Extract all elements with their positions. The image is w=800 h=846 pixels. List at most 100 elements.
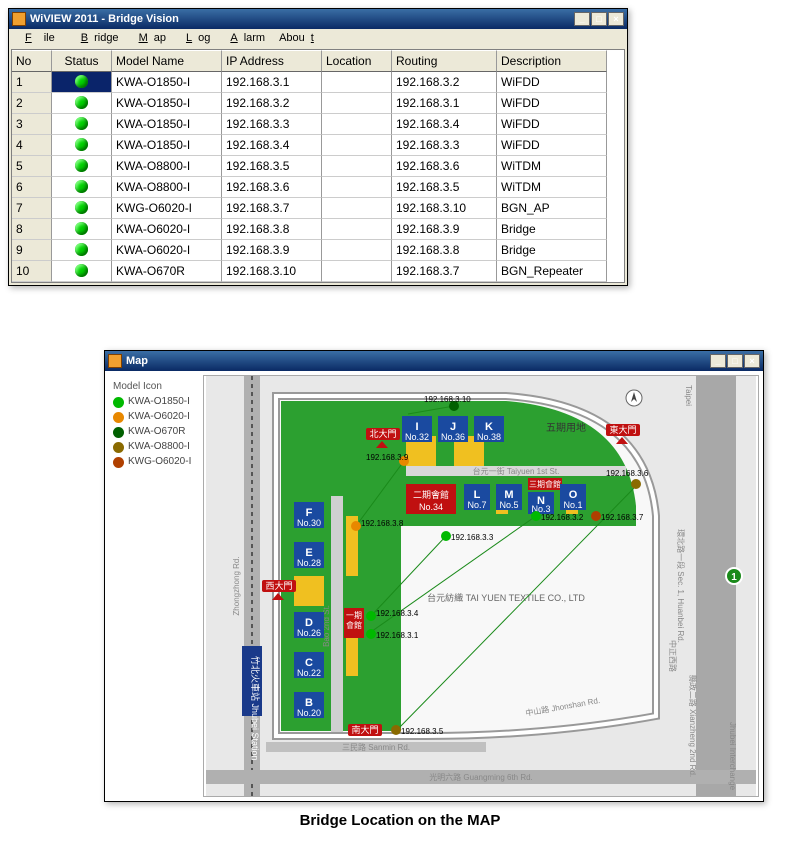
minimize-button[interactable]: _	[574, 12, 590, 26]
cell-routing: 192.168.3.3	[392, 135, 497, 156]
cell-routing: 192.168.3.7	[392, 261, 497, 282]
col-loc[interactable]: Location	[322, 50, 392, 72]
cell-routing: 192.168.3.10	[392, 198, 497, 219]
status-dot-icon	[75, 243, 88, 256]
legend-item: KWA-O6020-I	[113, 411, 195, 423]
svg-text:192.168.3.7: 192.168.3.7	[601, 513, 644, 522]
legend-item: KWA-O1850-I	[113, 396, 195, 408]
svg-text:192.168.3.4: 192.168.3.4	[376, 609, 419, 618]
legend-dot-icon	[113, 397, 124, 408]
map-canvas[interactable]: 1 Taipei Zhongzhong Rd. 光明六路 Guangming 6…	[203, 375, 759, 797]
close-button[interactable]: ×	[744, 354, 760, 368]
building-F: FNo.30	[294, 502, 324, 528]
cell-no: 6	[12, 177, 52, 198]
cell-desc: WiTDM	[497, 156, 607, 177]
cell-no: 5	[12, 156, 52, 177]
cell-ip: 192.168.3.3	[222, 114, 322, 135]
svg-text:192.168.3.8: 192.168.3.8	[361, 519, 404, 528]
cell-loc	[322, 198, 392, 219]
svg-text:南大門: 南大門	[351, 724, 378, 735]
table-row[interactable]: 7KWG-O6020-I192.168.3.7192.168.3.10BGN_A…	[12, 198, 624, 219]
table-row[interactable]: 4KWA-O1850-I192.168.3.4192.168.3.3WiFDD	[12, 135, 624, 156]
table-row[interactable]: 10KWA-O670R192.168.3.10192.168.3.7BGN_Re…	[12, 261, 624, 282]
cell-ip: 192.168.3.9	[222, 240, 322, 261]
menu-alarm[interactable]: Alarm	[218, 31, 271, 45]
menu-log[interactable]: Log	[174, 31, 216, 45]
svg-text:西大門: 西大門	[265, 580, 292, 591]
cell-routing: 192.168.3.6	[392, 156, 497, 177]
col-routing[interactable]: Routing	[392, 50, 497, 72]
col-status[interactable]: Status	[52, 50, 112, 72]
status-dot-icon	[75, 264, 88, 277]
table-row[interactable]: 8KWA-O6020-I192.168.3.8192.168.3.9Bridge	[12, 219, 624, 240]
legend-dot-icon	[113, 442, 124, 453]
col-desc[interactable]: Description	[497, 50, 607, 72]
maximize-button[interactable]: □	[591, 12, 607, 26]
col-model[interactable]: Model Name	[112, 50, 222, 72]
map-title: Map	[126, 355, 148, 367]
cell-status	[52, 198, 112, 219]
cell-model: KWA-O1850-I	[112, 72, 222, 93]
building-E: ENo.28	[294, 542, 324, 568]
col-no[interactable]: No	[12, 50, 52, 72]
building-M: MNo.5	[496, 484, 522, 510]
menu-file[interactable]: File	[13, 31, 67, 45]
cell-model: KWA-O6020-I	[112, 240, 222, 261]
road-xianzheng: 縣政二路 Xianzheng 2nd Rd.	[688, 675, 698, 777]
svg-text:192.168.3.10: 192.168.3.10	[424, 395, 471, 404]
legend-label: KWG-O6020-I	[128, 456, 191, 467]
table-row[interactable]: 2KWA-O1850-I192.168.3.2192.168.3.1WiFDD	[12, 93, 624, 114]
menu-about[interactable]: About	[273, 31, 326, 45]
cell-no: 8	[12, 219, 52, 240]
compass-icon	[626, 390, 642, 406]
road-taiyuen: 台元一街 Taiyuen 1st St.	[473, 466, 560, 476]
map-titlebar[interactable]: Map _ □ ×	[105, 351, 763, 371]
svg-text:No.26: No.26	[297, 628, 321, 638]
legend-title: Model Icon	[113, 381, 195, 392]
legend-label: KWA-O1850-I	[128, 396, 190, 407]
col-ip[interactable]: IP Address	[222, 50, 322, 72]
station-label: 竹北火車站 Jhubei Station	[250, 656, 261, 761]
cell-status	[52, 93, 112, 114]
legend-dot-icon	[113, 427, 124, 438]
cell-ip: 192.168.3.6	[222, 177, 322, 198]
svg-text:No.20: No.20	[297, 708, 321, 718]
building-O: ONo.1	[560, 484, 586, 510]
minimize-button[interactable]: _	[710, 354, 726, 368]
area5-label: 五期用地	[546, 421, 586, 434]
menu-map[interactable]: Map	[127, 31, 172, 45]
cell-status	[52, 261, 112, 282]
svg-text:北大門: 北大門	[369, 428, 396, 439]
hall-1: 一期會館	[344, 608, 364, 638]
figure-caption: Bridge Location on the MAP	[0, 812, 800, 829]
status-dot-icon	[75, 96, 88, 109]
cell-routing: 192.168.3.2	[392, 72, 497, 93]
cell-model: KWA-O8800-I	[112, 177, 222, 198]
table-row[interactable]: 3KWA-O1850-I192.168.3.3192.168.3.4WiFDD	[12, 114, 624, 135]
cell-desc: Bridge	[497, 219, 607, 240]
building-L: LNo.7	[464, 484, 490, 510]
cell-model: KWA-O6020-I	[112, 219, 222, 240]
cell-status	[52, 114, 112, 135]
cell-model: KWA-O1850-I	[112, 93, 222, 114]
svg-text:192.168.3.2: 192.168.3.2	[541, 513, 584, 522]
legend-label: KWA-O670R	[128, 426, 185, 437]
svg-text:一期: 一期	[346, 611, 362, 620]
cell-loc	[322, 135, 392, 156]
svg-text:1: 1	[731, 572, 737, 583]
maximize-button[interactable]: □	[727, 354, 743, 368]
table-row[interactable]: 5KWA-O8800-I192.168.3.5192.168.3.6WiTDM	[12, 156, 624, 177]
main-titlebar[interactable]: WiVIEW 2011 - Bridge Vision _ □ ×	[9, 9, 627, 29]
legend-label: KWA-O8800-I	[128, 441, 190, 452]
table-row[interactable]: 1KWA-O1850-I192.168.3.1192.168.3.2WiFDD	[12, 72, 624, 93]
menu-bridge[interactable]: Bridge	[69, 31, 125, 45]
cell-routing: 192.168.3.4	[392, 114, 497, 135]
table-row[interactable]: 9KWA-O6020-I192.168.3.9192.168.3.8Bridge	[12, 240, 624, 261]
cell-model: KWA-O1850-I	[112, 135, 222, 156]
close-button[interactable]: ×	[608, 12, 624, 26]
svg-text:192.168.3.5: 192.168.3.5	[401, 727, 444, 736]
cell-no: 9	[12, 240, 52, 261]
legend-label: KWA-O6020-I	[128, 411, 190, 422]
table-row[interactable]: 6KWA-O8800-I192.168.3.6192.168.3.5WiTDM	[12, 177, 624, 198]
cell-ip: 192.168.3.10	[222, 261, 322, 282]
